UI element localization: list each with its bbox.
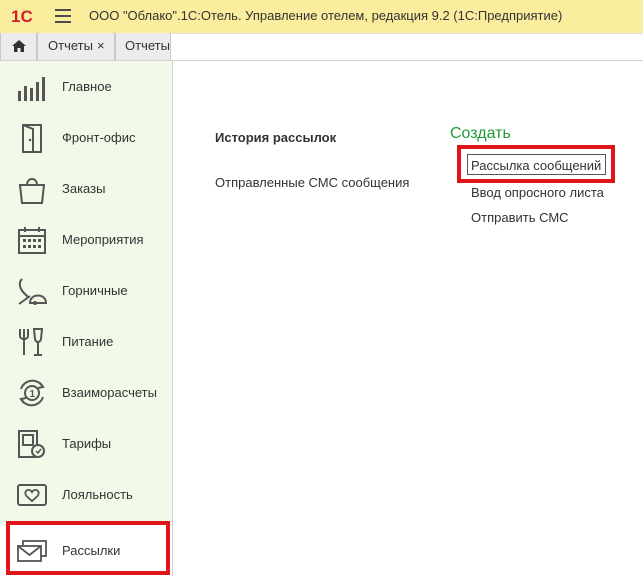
- create-survey-link[interactable]: Ввод опросного листа: [471, 185, 604, 200]
- sidebar-item-maids[interactable]: Горничные: [0, 265, 172, 316]
- sidebar-item-catering[interactable]: Питание: [0, 316, 172, 367]
- sidebar-item-front-office[interactable]: Фронт-офис: [0, 112, 172, 163]
- 1c-logo: 1С: [11, 7, 33, 25]
- fork-glass-icon: [19, 328, 44, 356]
- door-icon: [22, 124, 42, 153]
- coin-cycle-icon: 1: [19, 379, 45, 407]
- svg-text:1: 1: [30, 389, 36, 400]
- sidebar-item-label: Питание: [62, 334, 114, 349]
- tariff-icon: [18, 430, 45, 458]
- tab-label: Отчеты: [125, 38, 170, 53]
- shopping-bag-icon: [18, 178, 46, 204]
- sidebar-item-label: Тарифы: [62, 436, 112, 451]
- section-title: История рассылок: [215, 130, 337, 145]
- sidebar-item-orders[interactable]: Заказы: [0, 163, 172, 214]
- sidebar-item-label: Фронт-офис: [62, 130, 136, 145]
- highlight-frame: [457, 145, 615, 183]
- sidebar-item-label: Взаиморасчеты: [62, 385, 157, 400]
- vacuum-cleaner-icon: [18, 278, 48, 305]
- sidebar-item-settlements[interactable]: 1 Взаиморасчеты: [0, 367, 172, 418]
- sidebar-item-events[interactable]: Мероприятия: [0, 214, 172, 265]
- menu-icon[interactable]: [55, 9, 71, 23]
- home-tab[interactable]: [0, 33, 37, 60]
- sidebar-item-label: Главное: [62, 79, 112, 94]
- tab-reports-1[interactable]: Отчеты ×: [37, 33, 115, 60]
- close-icon[interactable]: ×: [97, 33, 105, 59]
- tab-reports-2[interactable]: Отчеты: [115, 33, 171, 60]
- home-icon: [12, 40, 26, 52]
- sidebar-item-tariffs[interactable]: Тарифы: [0, 418, 172, 469]
- sidebar: Главное Фронт-офис Заказы Мероприятия Го…: [0, 61, 173, 576]
- highlight-frame: [6, 521, 170, 575]
- sidebar-item-label: Мероприятия: [62, 232, 144, 247]
- sidebar-item-loyalty[interactable]: Лояльность: [0, 469, 172, 520]
- send-sms-link[interactable]: Отправить СМС: [471, 210, 569, 225]
- svg-text:1С: 1С: [11, 7, 33, 25]
- calendar-icon: [18, 227, 46, 254]
- title-bar: 1С ООО "Облако".1С:Отель. Управление оте…: [0, 0, 643, 33]
- sidebar-item-label: Горничные: [62, 283, 128, 298]
- sidebar-item-label: Лояльность: [62, 487, 133, 502]
- heart-icon: [17, 484, 47, 506]
- sidebar-item-label: Заказы: [62, 181, 106, 196]
- window-title: ООО "Облако".1С:Отель. Управление отелем…: [89, 8, 563, 23]
- tab-label: Отчеты: [48, 38, 93, 53]
- create-label: Создать: [450, 125, 511, 142]
- tab-area: [171, 33, 643, 60]
- tabs-bar: Отчеты × Отчеты: [0, 33, 643, 61]
- main-content: История рассылок Отправленные СМС сообще…: [174, 61, 643, 576]
- sidebar-item-main[interactable]: Главное: [0, 61, 172, 112]
- sent-sms-link[interactable]: Отправленные СМС сообщения: [215, 175, 409, 190]
- bar-chart-icon: [18, 77, 45, 101]
